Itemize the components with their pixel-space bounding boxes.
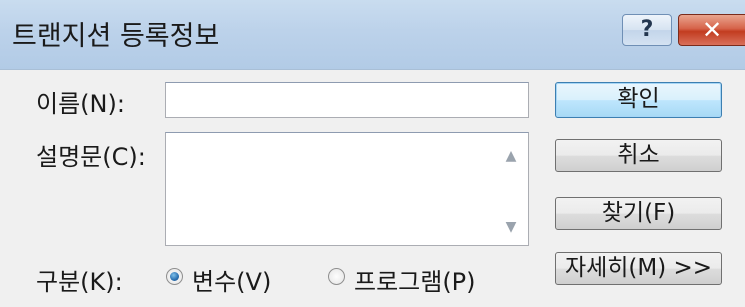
radio-program-label[interactable]: 프로그램(P): [354, 262, 476, 297]
help-button[interactable]: ?: [622, 14, 672, 46]
close-button[interactable]: ✕: [678, 14, 745, 46]
cancel-button[interactable]: 취소: [555, 139, 722, 172]
description-scrollbar[interactable]: ▲ ▼: [494, 133, 528, 245]
description-label: 설명문(C):: [36, 143, 146, 171]
name-label: 이름(N):: [36, 90, 125, 118]
radio-program[interactable]: [328, 268, 345, 285]
title-bar[interactable]: 트랜지션 등록정보 ? ✕: [0, 0, 745, 70]
name-input[interactable]: [165, 82, 529, 118]
close-icon: ✕: [701, 16, 723, 44]
dialog-title: 트랜지션 등록정보: [12, 21, 220, 52]
scroll-down-icon[interactable]: ▼: [494, 219, 528, 235]
question-icon: ?: [640, 17, 654, 42]
radio-variable[interactable]: [166, 268, 183, 285]
details-button[interactable]: 자세히(M) >>: [555, 252, 722, 285]
scroll-up-icon[interactable]: ▲: [494, 148, 528, 164]
radio-variable-label[interactable]: 변수(V): [192, 262, 271, 297]
transition-properties-dialog: 트랜지션 등록정보 ? ✕ 이름(N): 설명문(C): ▲ ▼ 구분(K): …: [0, 0, 745, 307]
description-textarea[interactable]: ▲ ▼: [165, 132, 529, 246]
category-label: 구분(K):: [36, 268, 123, 296]
ok-button[interactable]: 확인: [555, 82, 722, 118]
browse-button[interactable]: 찾기(F): [555, 197, 722, 230]
